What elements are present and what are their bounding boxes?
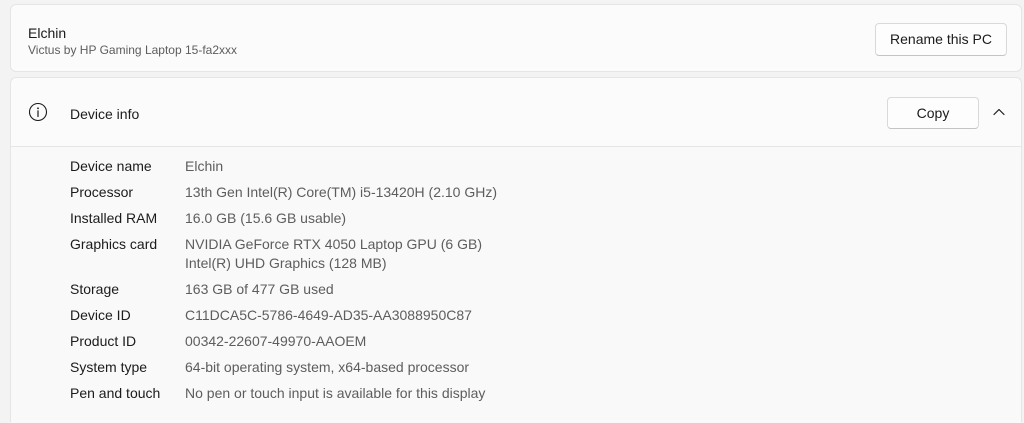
spec-label: Pen and touch [70,385,161,401]
spec-value-line: Elchin [185,158,224,174]
spec-value: No pen or touch input is available for t… [185,384,485,403]
spec-label: Processor [70,184,134,200]
spec-value-line: 64-bit operating system, x64-based proce… [185,359,470,375]
spec-value: 163 GB of 477 GB used [185,280,334,299]
device-info-card: Device info Copy Device name Elchin Proces… [10,77,1022,423]
chevron-up-icon[interactable] [991,104,1007,120]
spec-value: 16.0 GB (15.6 GB usable) [185,209,346,228]
spec-value-line: 13th Gen Intel(R) Core(TM) i5-13420H (2.… [185,184,497,200]
pc-name: Elchin [28,25,67,41]
spec-value-line: C11DCA5C-5786-4649-AD35-AA3088950C87 [185,307,472,323]
spec-value: 64-bit operating system, x64-based proce… [185,358,469,377]
spec-label: Installed RAM [70,210,158,226]
spec-value-line: NVIDIA GeForce RTX 4050 Laptop GPU (6 GB… [185,236,482,252]
spec-label: Graphics card [70,236,158,252]
spec-value-line: 16.0 GB (15.6 GB usable) [185,210,347,226]
spec-value-line: Intel(R) UHD Graphics (128 MB) [185,255,387,271]
spec-value: 13th Gen Intel(R) Core(TM) i5-13420H (2.… [185,183,497,202]
spec-label: Device ID [70,307,131,323]
spec-label: Product ID [70,333,137,349]
spec-value: C11DCA5C-5786-4649-AD35-AA3088950C87 [185,306,472,325]
spec-label: Device name [70,158,152,174]
spec-label: System type [70,359,148,375]
spec-value: Elchin [185,157,223,176]
spec-value-line: No pen or touch input is available for t… [185,385,486,401]
spec-value-line: 00342-22607-49970-AAOEM [185,333,367,349]
spec-value: NVIDIA GeForce RTX 4050 Laptop GPU (6 GB… [185,235,482,273]
spec-value-line: 163 GB of 477 GB used [185,281,334,297]
pc-model: Victus by HP Gaming Laptop 15-fa2xxx [28,43,238,57]
info-icon [28,102,48,122]
spec-value: 00342-22607-49970-AAOEM [185,332,366,351]
rename-pc-button[interactable]: Rename this PC [875,23,1007,56]
device-info-header[interactable]: Device info Copy [11,78,1021,147]
device-specs-list: Device name Elchin Processor 13th Gen Intel… [11,147,1021,423]
spec-label: Storage [70,281,120,297]
copy-button[interactable]: Copy [887,97,979,129]
pc-name-card: Elchin Victus by HP Gaming Laptop 15-fa2… [10,4,1022,72]
device-info-title: Device info [70,106,140,122]
